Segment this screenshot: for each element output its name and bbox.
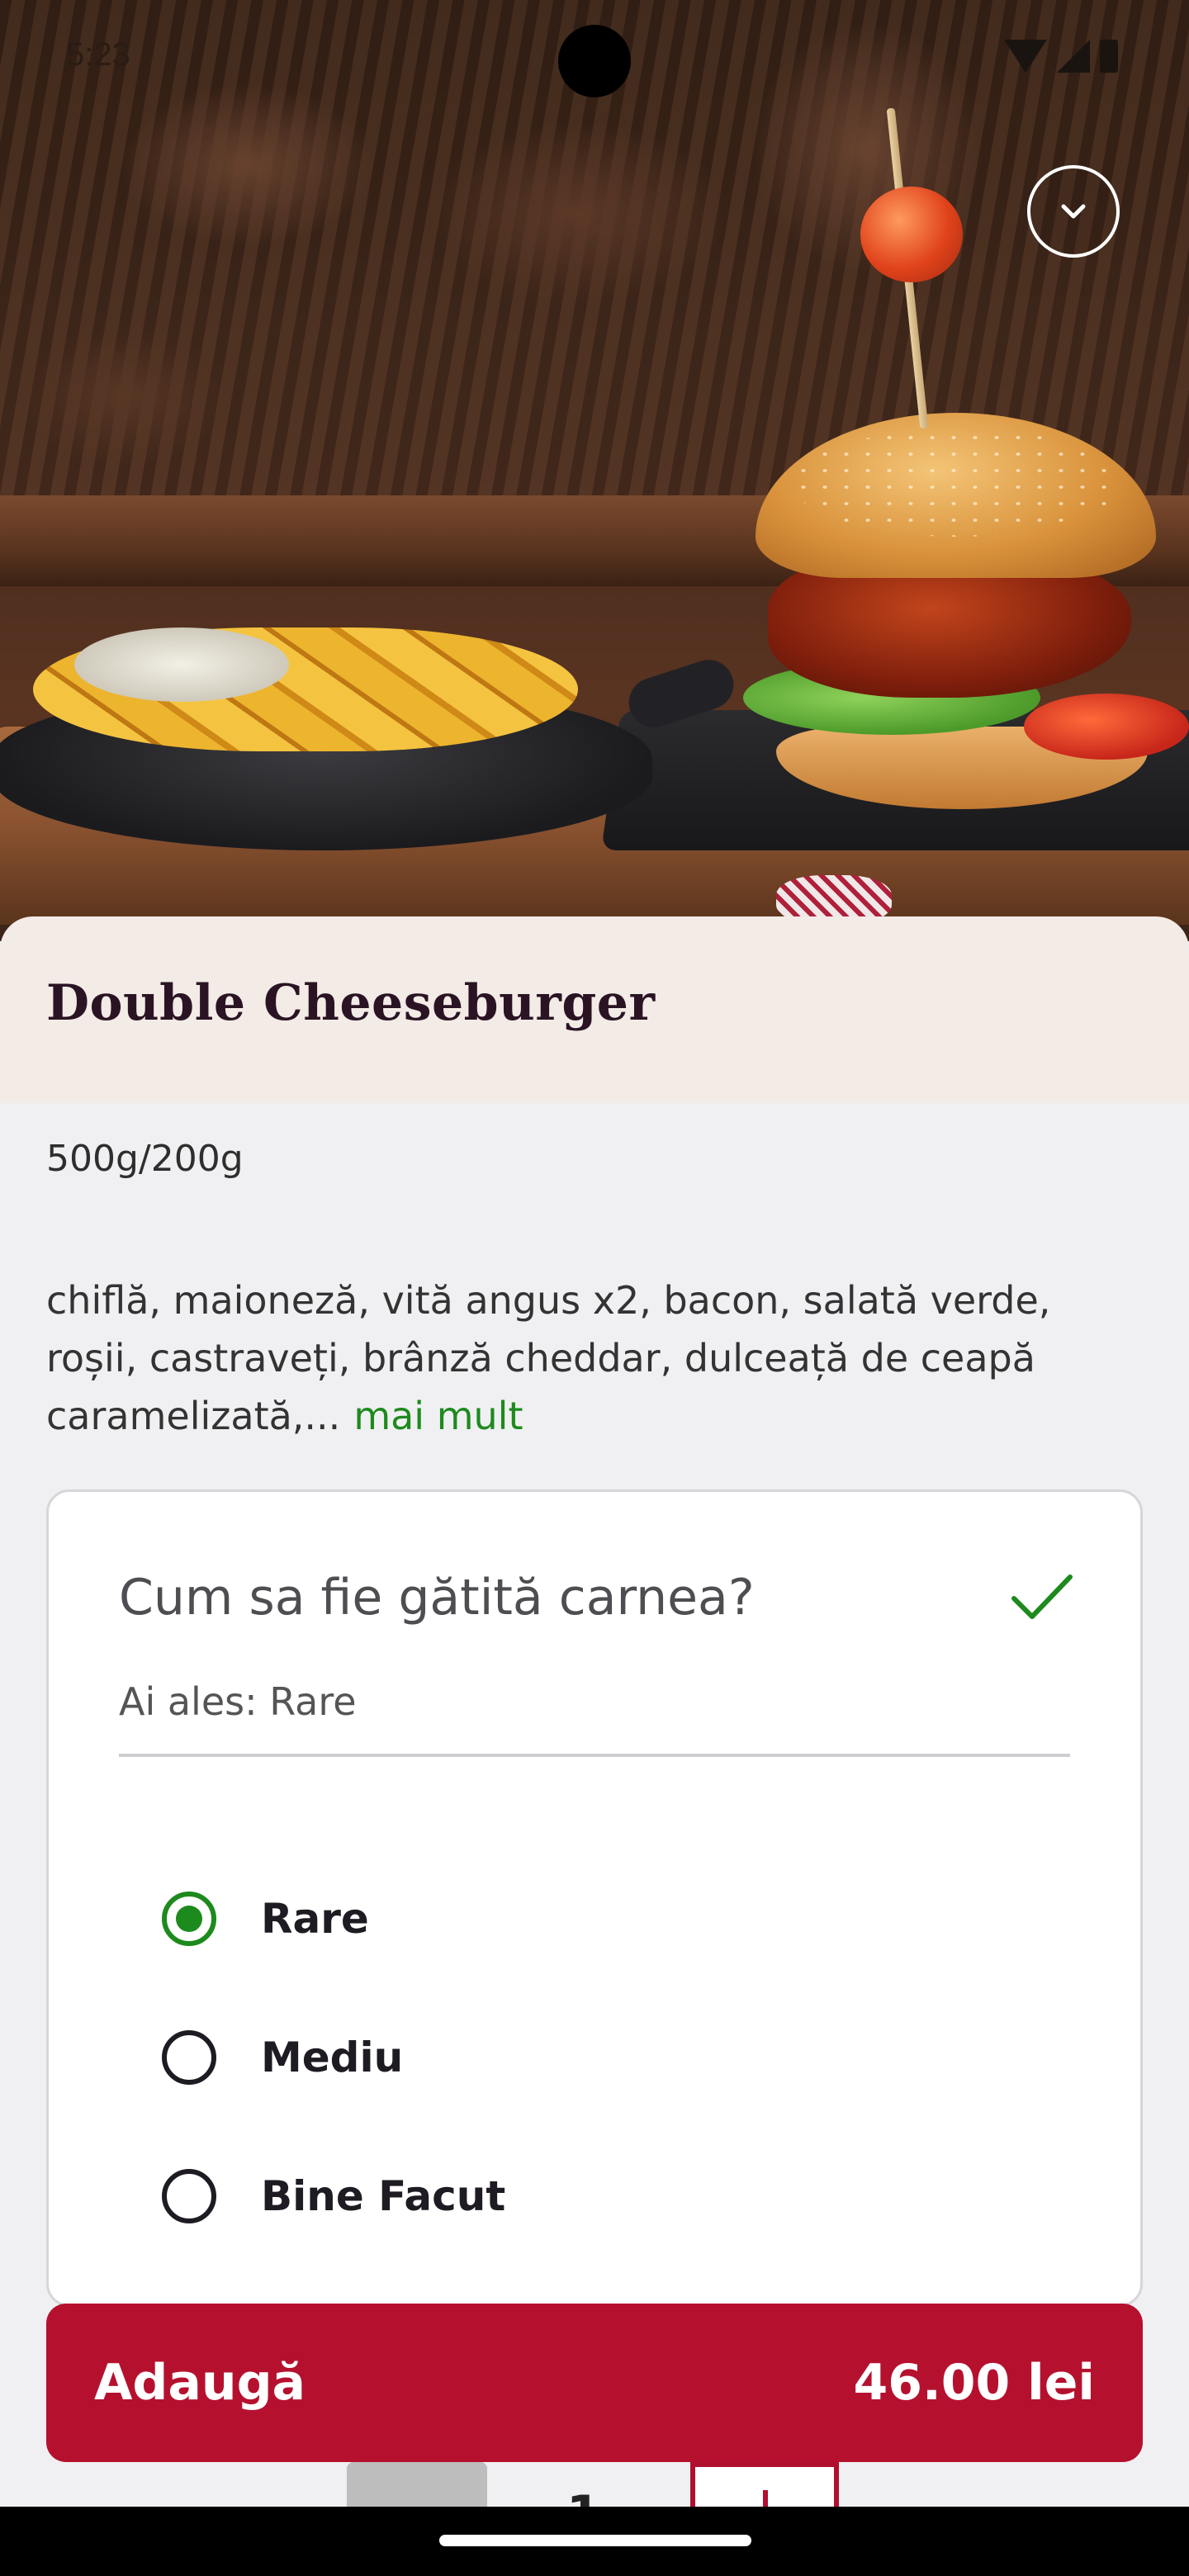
price: 46.00 lei bbox=[853, 2354, 1096, 2412]
status-icons bbox=[1004, 40, 1118, 73]
dip-sauce bbox=[74, 627, 289, 702]
radio-option-mediu[interactable]: Mediu bbox=[162, 2024, 403, 2091]
radio-option-rare[interactable]: Rare bbox=[162, 1886, 369, 1952]
radio-label: Rare bbox=[261, 1895, 369, 1943]
more-link[interactable]: mai mult bbox=[353, 1394, 523, 1438]
signal-icon bbox=[1057, 40, 1090, 73]
option-question: Cum sa fie gătită carnea? bbox=[119, 1569, 755, 1627]
product-title: Double Cheeseburger bbox=[46, 974, 656, 1032]
decrement-button[interactable] bbox=[347, 2462, 487, 2512]
product-weight: 500g/200g bbox=[46, 1138, 244, 1180]
status-time: 5:23 bbox=[66, 36, 130, 73]
camera-cutout bbox=[558, 25, 631, 97]
description-text: chiflă, maioneză, vită angus x2, bacon, … bbox=[46, 1278, 1051, 1438]
radio-label: Mediu bbox=[261, 2034, 404, 2081]
add-to-cart-button[interactable]: Adaugă 46.00 lei bbox=[46, 2304, 1143, 2462]
chevron-down-icon bbox=[1061, 204, 1086, 219]
radio-option-bine-facut[interactable]: Bine Facut bbox=[162, 2163, 505, 2229]
battery-icon bbox=[1100, 40, 1118, 73]
radio-button[interactable] bbox=[162, 2169, 216, 2223]
hero-image bbox=[0, 0, 1189, 941]
product-description: chiflă, maioneză, vită angus x2, bacon, … bbox=[46, 1271, 1144, 1445]
radio-button[interactable] bbox=[162, 2030, 216, 2085]
home-indicator[interactable] bbox=[439, 2535, 751, 2546]
selected-choice: Ai ales: Rare bbox=[119, 1679, 357, 1724]
radio-button[interactable] bbox=[162, 1892, 216, 1946]
check-icon bbox=[1011, 1574, 1073, 1619]
add-label: Adaugă bbox=[94, 2354, 306, 2412]
divider bbox=[119, 1754, 1070, 1757]
cherry-tomato bbox=[860, 187, 963, 282]
wifi-icon bbox=[1004, 40, 1047, 73]
burger-tomato bbox=[1024, 694, 1189, 760]
sesame-seeds bbox=[793, 429, 1123, 537]
collapse-button[interactable] bbox=[1027, 165, 1120, 258]
radio-label: Bine Facut bbox=[261, 2172, 506, 2220]
